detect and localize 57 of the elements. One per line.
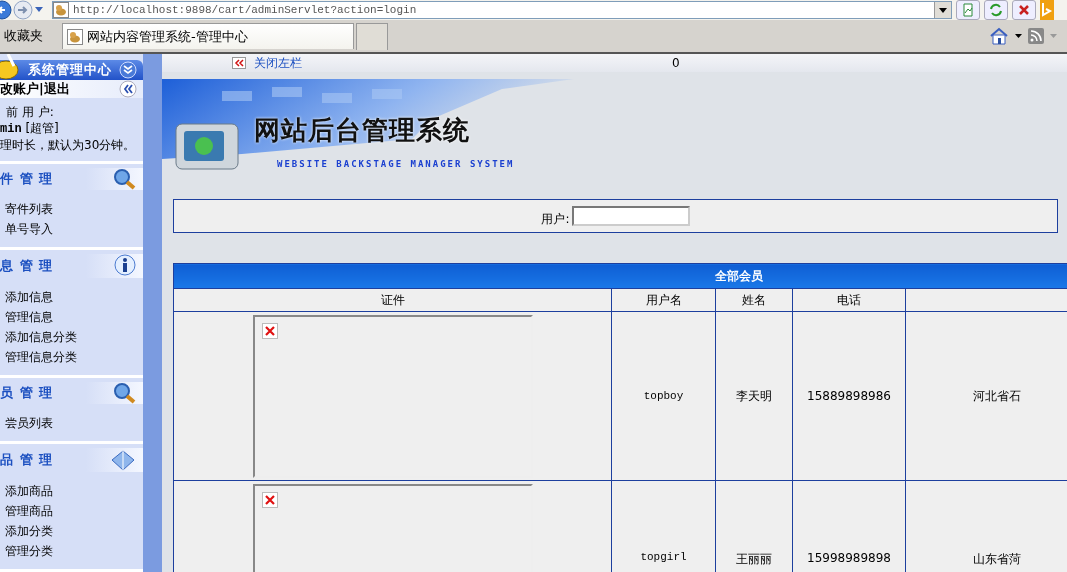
column-header: 电话 bbox=[792, 288, 906, 312]
user-label: 用户: bbox=[541, 210, 570, 228]
column-header: 证件 bbox=[173, 288, 612, 312]
section-header[interactable]: 件 管 理 bbox=[0, 168, 143, 190]
menu-item[interactable]: 管理商品 bbox=[5, 501, 143, 521]
table-cell: 15998989898 bbox=[807, 551, 891, 565]
page-favicon bbox=[67, 28, 83, 45]
column-header: 用户名 bbox=[611, 288, 716, 312]
user-name: min [超管] bbox=[0, 120, 60, 137]
table-cell: 李天明 bbox=[736, 388, 772, 403]
menu-item[interactable]: 添加商品 bbox=[5, 481, 143, 501]
close-sidebar-link[interactable]: 关闭左栏 bbox=[254, 54, 302, 72]
collapse-icon[interactable] bbox=[119, 80, 137, 98]
favorites-label[interactable]: 收藏夹 bbox=[4, 27, 56, 45]
info-icon bbox=[113, 254, 137, 278]
table-cell: 王丽丽 bbox=[736, 552, 772, 566]
broken-image-icon bbox=[261, 322, 278, 339]
session-note: 理时长，默认为30分钟。 bbox=[0, 137, 137, 153]
caret-icon[interactable] bbox=[1015, 34, 1022, 38]
column-header: 姓名 bbox=[715, 288, 793, 312]
browser-tab[interactable]: 网站内容管理系统-管理中心 bbox=[62, 23, 354, 49]
section-header[interactable]: 品 管 理 bbox=[0, 448, 143, 472]
dropdown-button[interactable] bbox=[934, 2, 951, 18]
banner-subtitle: WEBSITE BACKSTAGE MANAGER SYSTEM bbox=[277, 159, 515, 169]
feed-icon[interactable] bbox=[1028, 28, 1044, 44]
section-header[interactable]: 员 管 理 bbox=[0, 382, 143, 404]
refresh-icon bbox=[987, 1, 1005, 19]
forward-button[interactable] bbox=[12, 0, 34, 20]
user-input[interactable] bbox=[571, 206, 690, 226]
counter-text: 0 bbox=[672, 56, 680, 70]
caret-icon bbox=[939, 7, 947, 13]
broken-image-icon bbox=[261, 492, 278, 508]
menu-item[interactable]: 管理信息 bbox=[5, 307, 143, 327]
menu-item[interactable]: 寄件列表 bbox=[5, 199, 143, 219]
banner-title: 网站后台管理系统 bbox=[254, 114, 470, 147]
refresh-document-button[interactable] bbox=[956, 0, 980, 20]
table-cell: topboy bbox=[643, 390, 684, 402]
menu-item[interactable]: 管理信息分类 bbox=[5, 347, 143, 367]
table-title: 全部会员 bbox=[173, 263, 1067, 289]
menu-item[interactable]: 添加分类 bbox=[5, 521, 143, 541]
menu-item[interactable]: 添加信息分类 bbox=[5, 327, 143, 347]
table-cell: 15889898986 bbox=[807, 389, 891, 403]
table-cell: topgirl bbox=[640, 551, 687, 563]
menu-item[interactable]: 管理分类 bbox=[5, 541, 143, 561]
close-button[interactable] bbox=[1012, 0, 1036, 20]
home-icon[interactable] bbox=[989, 27, 1009, 45]
table-cell: 河北省石 bbox=[973, 388, 1021, 403]
magnifier-icon bbox=[111, 168, 137, 190]
magnifier-icon bbox=[111, 382, 137, 404]
collapse-icon[interactable] bbox=[232, 57, 246, 69]
section-header[interactable]: 息 管 理 bbox=[0, 254, 143, 278]
refresh-button[interactable] bbox=[984, 0, 1008, 20]
menu-item[interactable]: 尝员列表 bbox=[5, 413, 143, 433]
menu-item[interactable]: 单号导入 bbox=[5, 219, 143, 239]
user-label: 前 用 户: bbox=[5, 104, 55, 120]
menu-item[interactable]: 添加信息 bbox=[5, 287, 143, 307]
table-cell: 山东省菏 bbox=[973, 552, 1021, 566]
